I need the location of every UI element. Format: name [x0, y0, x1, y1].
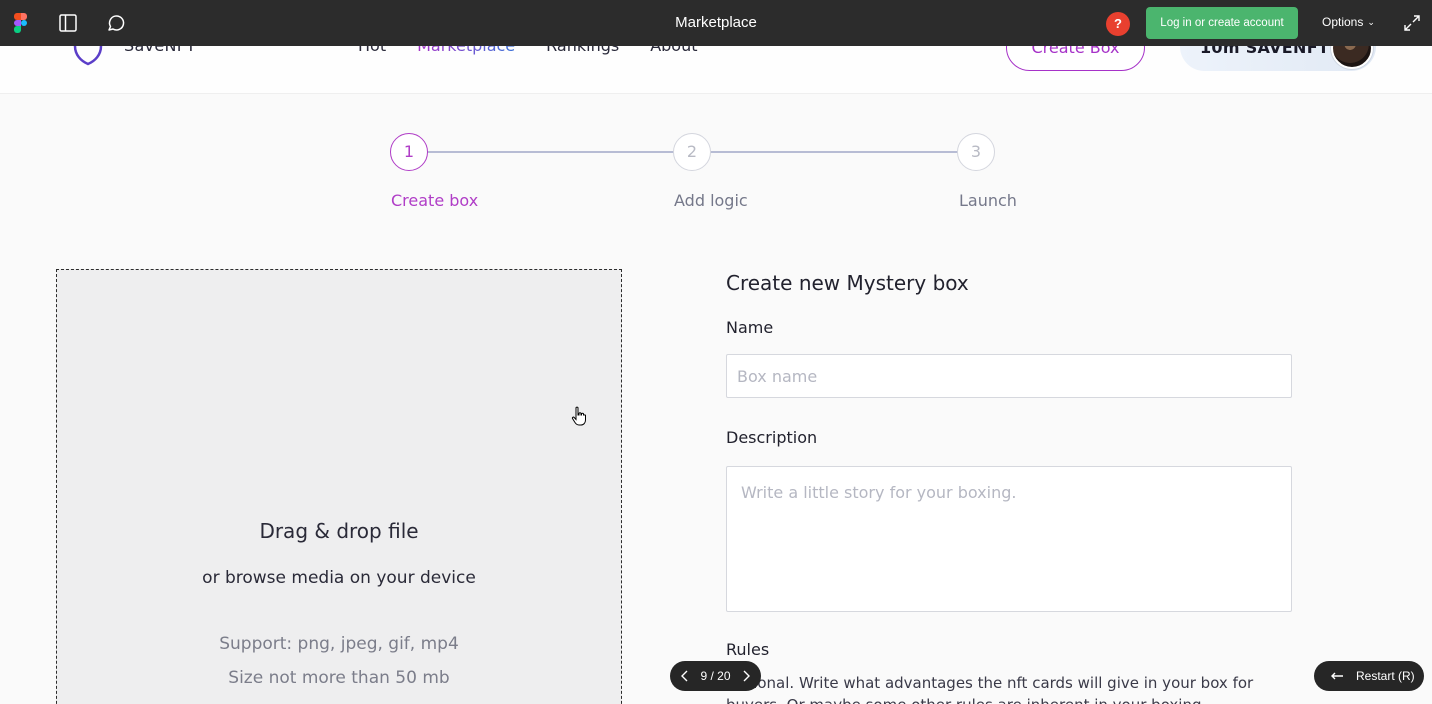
- sidebar-toggle-icon[interactable]: [59, 14, 77, 32]
- figma-logo[interactable]: [14, 13, 27, 33]
- name-label: Name: [726, 318, 774, 337]
- step-1-label: Create box: [391, 191, 479, 210]
- step-3-circle[interactable]: 3: [957, 133, 995, 171]
- login-button[interactable]: Log in or create account: [1146, 7, 1298, 39]
- slide-pager: 9 / 20: [670, 661, 761, 691]
- restart-button[interactable]: Restart (R): [1314, 661, 1424, 691]
- rules-help-text: Optional. Write what advantages the nft …: [726, 674, 1254, 704]
- stepper-connector: [710, 151, 958, 153]
- dropzone-support-text: Support: png, jpeg, gif, mp4: [219, 634, 459, 654]
- help-icon[interactable]: ?: [1106, 12, 1130, 36]
- options-label: Options: [1322, 15, 1364, 29]
- figma-toolbar: Marketplace ? Log in or create account O…: [0, 0, 1432, 46]
- form-title: Create new Mystery box: [726, 271, 969, 295]
- expand-icon[interactable]: [1403, 14, 1421, 32]
- step-2-circle[interactable]: 2: [673, 133, 711, 171]
- box-name-input[interactable]: [726, 354, 1292, 398]
- chevron-right-icon[interactable]: [737, 667, 755, 685]
- description-textarea[interactable]: [726, 466, 1292, 612]
- rules-label: Rules: [726, 640, 770, 659]
- file-dropzone[interactable]: Drag & drop file or browse media on your…: [56, 269, 622, 704]
- description-label: Description: [726, 428, 818, 447]
- dropzone-title: Drag & drop file: [259, 519, 419, 543]
- comment-icon[interactable]: [106, 14, 125, 33]
- step-1-circle[interactable]: 1: [390, 133, 428, 171]
- dropzone-size-text: Size not more than 50 mb: [228, 668, 450, 688]
- stepper-connector: [427, 151, 674, 153]
- step-2-label: Add logic: [674, 191, 748, 210]
- options-menu[interactable]: Options ⌄: [1322, 15, 1375, 29]
- step-3-label: Launch: [959, 191, 1017, 210]
- chevron-down-icon: ⌄: [1367, 17, 1375, 27]
- restart-arrow-icon: [1331, 672, 1343, 680]
- dropzone-subtitle[interactable]: or browse media on your device: [57, 568, 621, 588]
- restart-label: Restart (R): [1356, 669, 1415, 683]
